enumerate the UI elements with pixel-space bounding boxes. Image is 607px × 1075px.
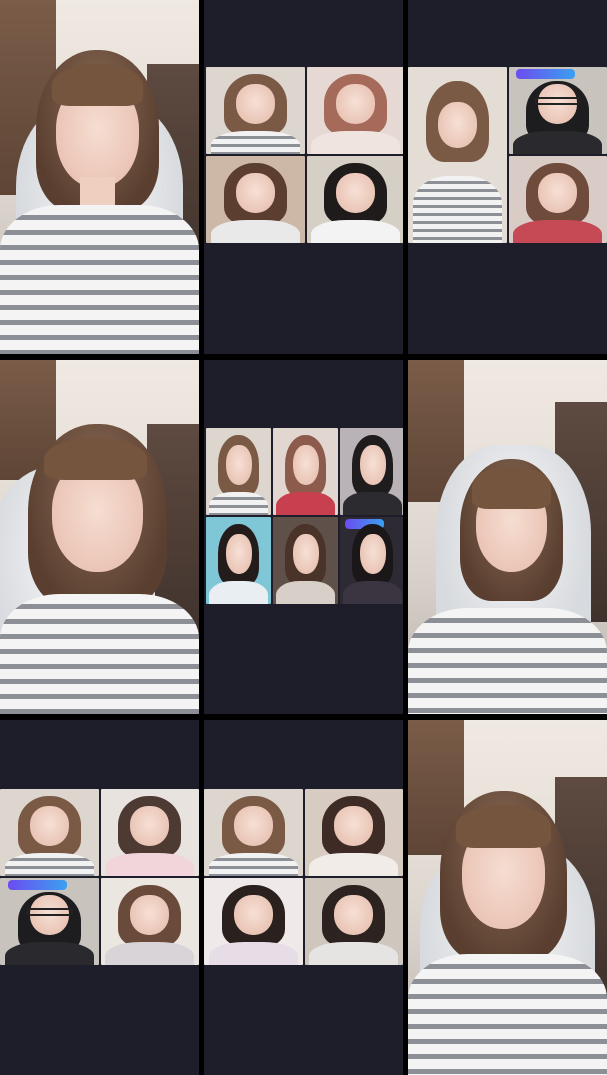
frame-r1c2 xyxy=(204,0,403,354)
video-tile xyxy=(206,517,271,604)
video-tile xyxy=(100,789,199,876)
livestream-scene xyxy=(408,360,607,714)
bangs xyxy=(455,805,552,848)
collage-grid xyxy=(0,0,607,1075)
frame-r1c1 xyxy=(0,0,199,354)
livestream-scene xyxy=(0,360,199,714)
video-tile xyxy=(340,428,403,515)
video-tile xyxy=(273,517,338,604)
video-tile xyxy=(206,428,271,515)
striped-top xyxy=(408,607,607,714)
video-tile xyxy=(206,67,305,154)
video-tiles xyxy=(204,789,403,965)
video-tile xyxy=(273,428,338,515)
video-tile xyxy=(304,789,403,876)
video-tile xyxy=(0,878,99,965)
video-tile xyxy=(408,67,507,243)
bangs xyxy=(51,63,144,107)
frame-r2c2 xyxy=(204,360,403,714)
frame-r2c1 xyxy=(0,360,199,714)
video-tile xyxy=(508,156,607,243)
striped-top xyxy=(0,593,199,714)
video-tile xyxy=(340,517,403,604)
video-tile xyxy=(508,67,607,154)
frame-r3c1 xyxy=(0,720,199,1075)
name-badge xyxy=(7,879,67,891)
video-tiles xyxy=(0,789,199,965)
video-tile xyxy=(100,878,199,965)
video-tile xyxy=(204,878,303,965)
video-tiles xyxy=(206,428,403,604)
bangs xyxy=(43,437,148,481)
frame-r3c2 xyxy=(204,720,403,1075)
video-tile xyxy=(306,156,403,243)
video-tiles xyxy=(206,67,403,243)
glasses xyxy=(25,907,73,917)
video-tile xyxy=(206,156,305,243)
video-tile xyxy=(204,789,303,876)
striped-top xyxy=(0,205,199,354)
livestream-scene xyxy=(408,720,607,1075)
frame-r1c3 xyxy=(408,0,607,354)
glasses xyxy=(534,96,582,106)
video-tile xyxy=(0,789,99,876)
bangs xyxy=(471,466,552,509)
livestream-scene xyxy=(0,0,199,354)
frame-r3c3 xyxy=(408,720,607,1075)
frame-r2c3 xyxy=(408,360,607,714)
name-badge xyxy=(516,68,576,80)
video-tile xyxy=(304,878,403,965)
striped-top xyxy=(408,954,607,1075)
video-tiles xyxy=(408,67,607,243)
video-tile xyxy=(306,67,403,154)
